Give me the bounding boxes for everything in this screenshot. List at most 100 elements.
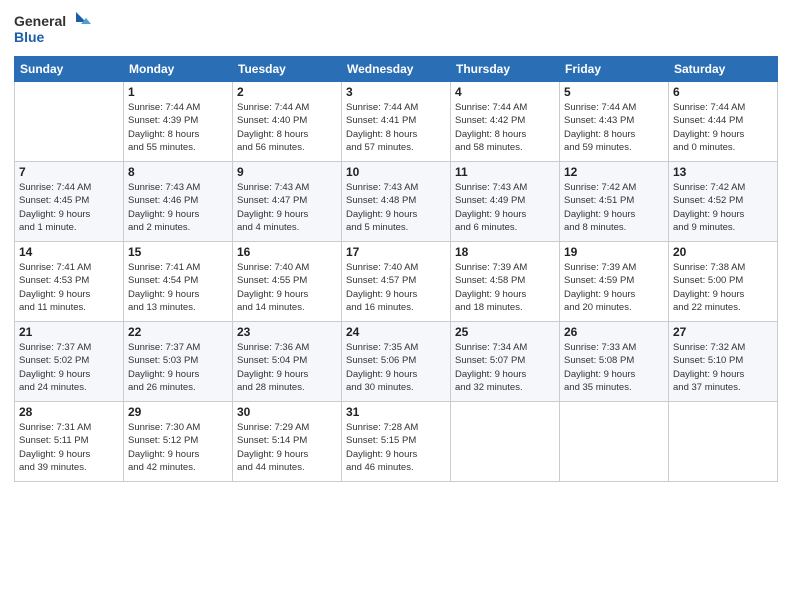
day-number: 8 [128, 165, 228, 179]
day-info: Sunrise: 7:43 AM Sunset: 4:48 PM Dayligh… [346, 181, 446, 234]
calendar-table: SundayMondayTuesdayWednesdayThursdayFrid… [14, 56, 778, 482]
weekday-header-friday: Friday [560, 57, 669, 82]
weekday-header-thursday: Thursday [451, 57, 560, 82]
week-row-2: 14Sunrise: 7:41 AM Sunset: 4:53 PM Dayli… [15, 242, 778, 322]
week-row-0: 1 Sunrise: 7:44 AM Sunset: 4:39 PM Daylig… [15, 82, 778, 162]
day-number: 31 [346, 405, 446, 419]
day-info: Sunrise: 7:41 AM Sunset: 4:53 PM Dayligh… [19, 261, 119, 314]
day-info: Sunrise: 7:40 AM Sunset: 4:57 PM Dayligh… [346, 261, 446, 314]
calendar-cell [560, 402, 669, 482]
day-info: Sunrise: 7:33 AM Sunset: 5:08 PM Dayligh… [564, 341, 664, 394]
day-info: Sunrise: 7:39 AM Sunset: 4:58 PM Dayligh… [455, 261, 555, 314]
weekday-header-wednesday: Wednesday [342, 57, 451, 82]
day-number: 5 [564, 85, 664, 99]
day-info: Sunrise: 7:30 AM Sunset: 5:12 PM Dayligh… [128, 421, 228, 474]
week-row-1: 7 Sunrise: 7:44 AM Sunset: 4:45 PM Daylig… [15, 162, 778, 242]
calendar-cell: 9 Sunrise: 7:43 AM Sunset: 4:47 PM Daylig… [233, 162, 342, 242]
calendar-cell: 2Sunrise: 7:44 AM Sunset: 4:40 PM Daylig… [233, 82, 342, 162]
day-number: 21 [19, 325, 119, 339]
day-number: 27 [673, 325, 773, 339]
calendar-cell: 21 Sunrise: 7:37 AM Sunset: 5:02 PM Dayli… [15, 322, 124, 402]
calendar-cell [669, 402, 778, 482]
day-number: 7 [19, 165, 119, 179]
calendar-cell: 30Sunrise: 7:29 AM Sunset: 5:14 PM Dayli… [233, 402, 342, 482]
calendar-cell: 27Sunrise: 7:32 AM Sunset: 5:10 PM Dayli… [669, 322, 778, 402]
day-info: Sunrise: 7:38 AM Sunset: 5:00 PM Dayligh… [673, 261, 773, 314]
calendar-cell: 10 Sunrise: 7:43 AM Sunset: 4:48 PM Dayli… [342, 162, 451, 242]
header: GeneralBlue [14, 10, 778, 48]
day-number: 29 [128, 405, 228, 419]
day-number: 12 [564, 165, 664, 179]
calendar-cell: 1 Sunrise: 7:44 AM Sunset: 4:39 PM Daylig… [124, 82, 233, 162]
day-info: Sunrise: 7:40 AM Sunset: 4:55 PM Dayligh… [237, 261, 337, 314]
calendar-cell: 8 Sunrise: 7:43 AM Sunset: 4:46 PM Daylig… [124, 162, 233, 242]
day-number: 24 [346, 325, 446, 339]
calendar-cell: 7 Sunrise: 7:44 AM Sunset: 4:45 PM Daylig… [15, 162, 124, 242]
calendar-cell: 14Sunrise: 7:41 AM Sunset: 4:53 PM Dayli… [15, 242, 124, 322]
day-info: Sunrise: 7:42 AM Sunset: 4:52 PM Dayligh… [673, 181, 773, 234]
day-info: Sunrise: 7:43 AM Sunset: 4:46 PM Dayligh… [128, 181, 228, 234]
day-number: 16 [237, 245, 337, 259]
calendar-cell: 22Sunrise: 7:37 AM Sunset: 5:03 PM Dayli… [124, 322, 233, 402]
day-info: Sunrise: 7:31 AM Sunset: 5:11 PM Dayligh… [19, 421, 119, 474]
day-info: Sunrise: 7:28 AM Sunset: 5:15 PM Dayligh… [346, 421, 446, 474]
calendar-cell: 12 Sunrise: 7:42 AM Sunset: 4:51 PM Dayli… [560, 162, 669, 242]
calendar-cell: 17 Sunrise: 7:40 AM Sunset: 4:57 PM Dayli… [342, 242, 451, 322]
calendar-cell: 16 Sunrise: 7:40 AM Sunset: 4:55 PM Dayli… [233, 242, 342, 322]
weekday-header-tuesday: Tuesday [233, 57, 342, 82]
day-info: Sunrise: 7:44 AM Sunset: 4:40 PM Dayligh… [237, 101, 337, 154]
day-number: 15 [128, 245, 228, 259]
calendar-cell: 13 Sunrise: 7:42 AM Sunset: 4:52 PM Dayli… [669, 162, 778, 242]
calendar-cell: 6Sunrise: 7:44 AM Sunset: 4:44 PM Daylig… [669, 82, 778, 162]
day-info: Sunrise: 7:44 AM Sunset: 4:41 PM Dayligh… [346, 101, 446, 154]
day-number: 20 [673, 245, 773, 259]
weekday-header-row: SundayMondayTuesdayWednesdayThursdayFrid… [15, 57, 778, 82]
day-info: Sunrise: 7:44 AM Sunset: 4:45 PM Dayligh… [19, 181, 119, 234]
day-info: Sunrise: 7:29 AM Sunset: 5:14 PM Dayligh… [237, 421, 337, 474]
day-info: Sunrise: 7:37 AM Sunset: 5:02 PM Dayligh… [19, 341, 119, 394]
week-row-4: 28 Sunrise: 7:31 AM Sunset: 5:11 PM Dayli… [15, 402, 778, 482]
calendar-cell: 29 Sunrise: 7:30 AM Sunset: 5:12 PM Dayli… [124, 402, 233, 482]
day-number: 11 [455, 165, 555, 179]
page: GeneralBlue SundayMondayTuesdayWednesday… [0, 0, 792, 612]
day-info: Sunrise: 7:44 AM Sunset: 4:42 PM Dayligh… [455, 101, 555, 154]
day-number: 13 [673, 165, 773, 179]
day-number: 23 [237, 325, 337, 339]
day-number: 25 [455, 325, 555, 339]
calendar-cell [451, 402, 560, 482]
calendar-cell: 11Sunrise: 7:43 AM Sunset: 4:49 PM Dayli… [451, 162, 560, 242]
day-info: Sunrise: 7:39 AM Sunset: 4:59 PM Dayligh… [564, 261, 664, 314]
day-info: Sunrise: 7:34 AM Sunset: 5:07 PM Dayligh… [455, 341, 555, 394]
calendar-cell: 19 Sunrise: 7:39 AM Sunset: 4:59 PM Dayli… [560, 242, 669, 322]
day-number: 10 [346, 165, 446, 179]
weekday-header-saturday: Saturday [669, 57, 778, 82]
day-number: 22 [128, 325, 228, 339]
calendar-cell: 31 Sunrise: 7:28 AM Sunset: 5:15 PM Dayli… [342, 402, 451, 482]
calendar-cell: 4Sunrise: 7:44 AM Sunset: 4:42 PM Daylig… [451, 82, 560, 162]
day-number: 19 [564, 245, 664, 259]
day-info: Sunrise: 7:44 AM Sunset: 4:43 PM Dayligh… [564, 101, 664, 154]
day-number: 17 [346, 245, 446, 259]
day-info: Sunrise: 7:44 AM Sunset: 4:39 PM Dayligh… [128, 101, 228, 154]
weekday-header-monday: Monday [124, 57, 233, 82]
day-info: Sunrise: 7:42 AM Sunset: 4:51 PM Dayligh… [564, 181, 664, 234]
day-info: Sunrise: 7:35 AM Sunset: 5:06 PM Dayligh… [346, 341, 446, 394]
day-number: 18 [455, 245, 555, 259]
weekday-header-sunday: Sunday [15, 57, 124, 82]
calendar-cell [15, 82, 124, 162]
day-number: 1 [128, 85, 228, 99]
day-number: 28 [19, 405, 119, 419]
calendar-cell: 25 Sunrise: 7:34 AM Sunset: 5:07 PM Dayli… [451, 322, 560, 402]
day-info: Sunrise: 7:41 AM Sunset: 4:54 PM Dayligh… [128, 261, 228, 314]
calendar-cell: 18 Sunrise: 7:39 AM Sunset: 4:58 PM Dayli… [451, 242, 560, 322]
calendar-cell: 5 Sunrise: 7:44 AM Sunset: 4:43 PM Daylig… [560, 82, 669, 162]
calendar-cell: 20 Sunrise: 7:38 AM Sunset: 5:00 PM Dayli… [669, 242, 778, 322]
day-number: 26 [564, 325, 664, 339]
day-number: 6 [673, 85, 773, 99]
week-row-3: 21 Sunrise: 7:37 AM Sunset: 5:02 PM Dayli… [15, 322, 778, 402]
day-info: Sunrise: 7:36 AM Sunset: 5:04 PM Dayligh… [237, 341, 337, 394]
day-info: Sunrise: 7:43 AM Sunset: 4:47 PM Dayligh… [237, 181, 337, 234]
day-number: 9 [237, 165, 337, 179]
logo-svg: GeneralBlue [14, 10, 94, 48]
calendar-cell: 26 Sunrise: 7:33 AM Sunset: 5:08 PM Dayli… [560, 322, 669, 402]
